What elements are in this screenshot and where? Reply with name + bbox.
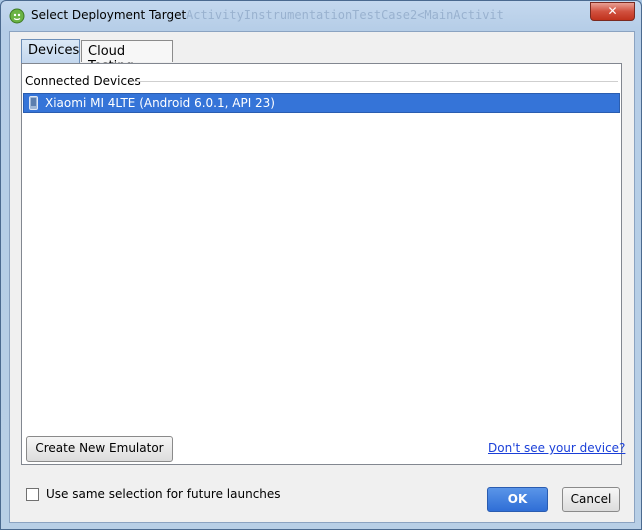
cancel-button[interactable]: Cancel [562, 487, 620, 512]
create-new-emulator-button[interactable]: Create New Emulator [26, 436, 173, 462]
same-selection-checkbox[interactable] [26, 488, 39, 501]
dialog-content: Devices Cloud Testing Connected Devices … [9, 31, 635, 523]
device-list-panel: Connected Devices Xiaomi MI 4LTE (Androi… [21, 63, 622, 465]
tab-cloud-testing[interactable]: Cloud Testing [81, 40, 173, 74]
tab-devices[interactable]: Devices [21, 39, 80, 63]
connected-devices-heading: Connected Devices [25, 74, 147, 88]
same-selection-label[interactable]: Use same selection for future launches [46, 487, 281, 501]
tab-devices-label: Devices [28, 43, 80, 58]
title-bar[interactable]: Select Deployment Target ActivityInstrum… [1, 1, 641, 31]
window-title: Select Deployment Target [31, 8, 187, 22]
phone-icon [29, 96, 38, 110]
android-studio-icon [9, 8, 25, 24]
close-icon: ✕ [607, 4, 618, 18]
device-label: Xiaomi MI 4LTE (Android 6.0.1, API 23) [45, 96, 275, 110]
background-window-title: ActivityInstrumentationTestCase2<MainAct… [186, 8, 504, 22]
ok-button[interactable]: OK [487, 487, 548, 512]
heading-divider [132, 81, 618, 82]
close-button[interactable]: ✕ [590, 2, 635, 21]
dialog-window: Select Deployment Target ActivityInstrum… [0, 0, 642, 530]
device-list-item[interactable]: Xiaomi MI 4LTE (Android 6.0.1, API 23) [23, 93, 620, 113]
dont-see-device-link[interactable]: Don't see your device? [488, 441, 625, 455]
